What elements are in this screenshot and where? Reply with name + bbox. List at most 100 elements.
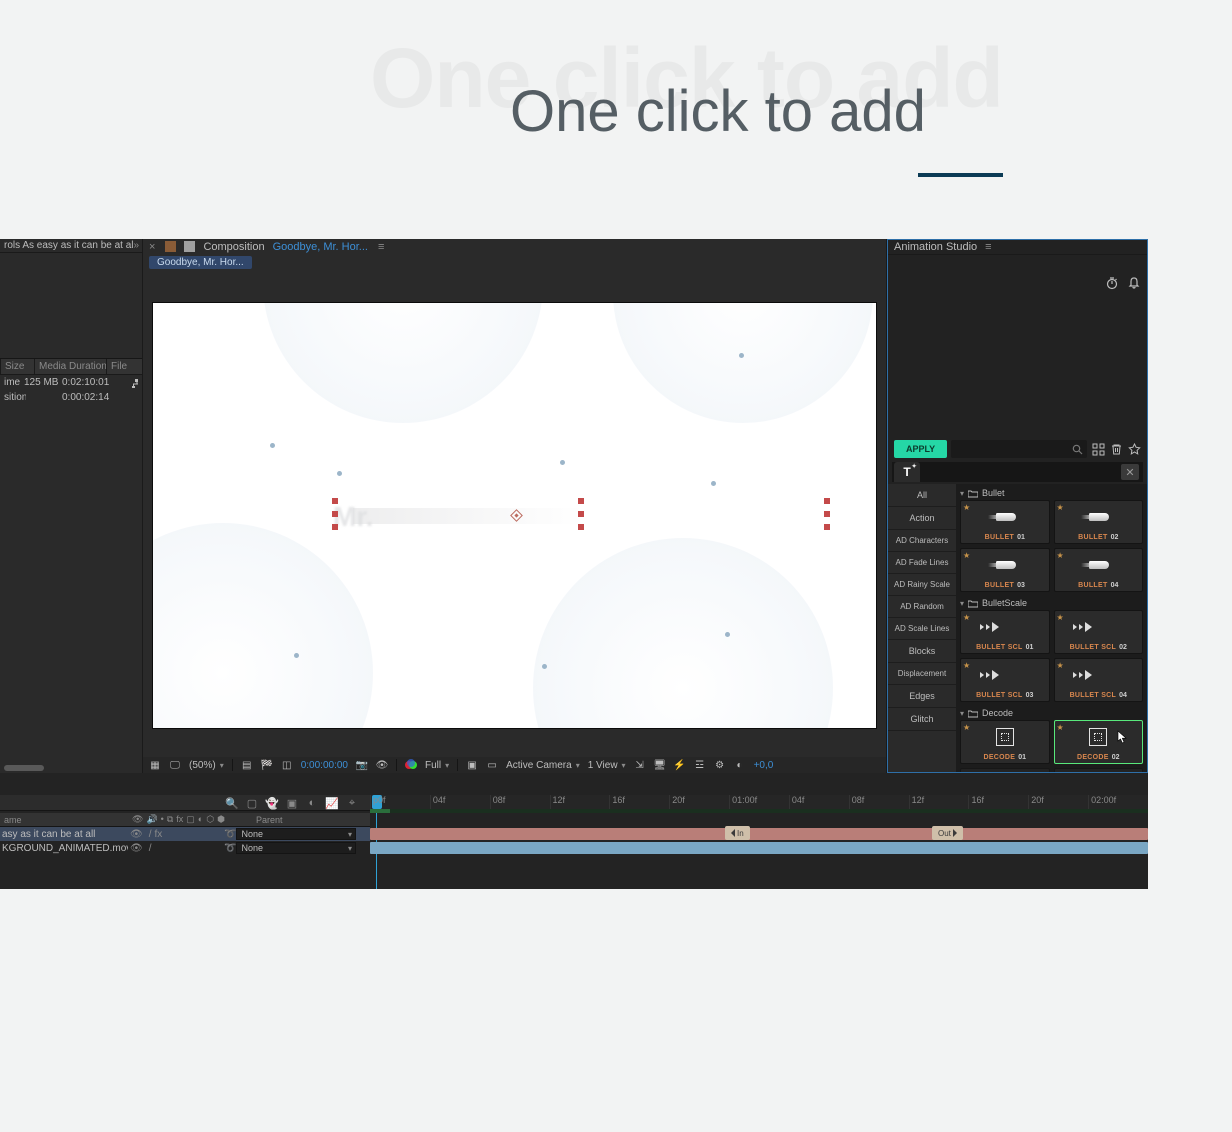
preset-item[interactable]: [960, 768, 1050, 772]
preset-item[interactable]: ★BULLET SCL03: [960, 658, 1050, 702]
panel-title: Animation Studio: [894, 241, 977, 253]
panel-menu-icon[interactable]: ≡: [378, 241, 384, 253]
panel-menu-icon[interactable]: ≡: [985, 241, 991, 253]
work-area[interactable]: [370, 809, 390, 813]
text-mode-tab[interactable]: T✦: [894, 462, 920, 482]
apply-button[interactable]: APPLY: [894, 440, 947, 458]
search-icon[interactable]: 🔍: [226, 797, 238, 809]
composition-tab[interactable]: Goodbye, Mr. Hor...: [273, 241, 368, 253]
marker-in[interactable]: In: [725, 826, 750, 840]
exposure-value[interactable]: +0,0: [754, 760, 774, 771]
chevron-down-icon[interactable]: ▾: [220, 761, 224, 770]
channel-icon[interactable]: [405, 759, 417, 771]
comp-mini-icon[interactable]: ▢: [246, 797, 258, 809]
group-header[interactable]: ▾ Decode: [958, 706, 1145, 720]
project-columns-header: Size Media Duration File: [0, 359, 142, 375]
chevron-down-icon[interactable]: ▾: [576, 761, 580, 770]
preset-item[interactable]: ★BULLET03: [960, 548, 1050, 592]
camera-dropdown[interactable]: Active Camera: [506, 760, 572, 771]
flowchart-icon[interactable]: ⚙: [714, 759, 726, 771]
guides-icon[interactable]: 🏁: [261, 759, 273, 771]
category-item[interactable]: Blocks: [888, 640, 956, 663]
show-snapshot-icon[interactable]: 👁: [376, 759, 388, 771]
grid-icon[interactable]: ▤: [241, 759, 253, 771]
category-item[interactable]: All: [888, 484, 956, 507]
preset-item[interactable]: ★DECODE01: [960, 720, 1050, 764]
chevron-down-icon[interactable]: ▾: [445, 761, 449, 770]
preset-item[interactable]: ★BULLET SCL04: [1054, 658, 1144, 702]
grid-size-icon[interactable]: [1091, 442, 1105, 456]
views-dropdown[interactable]: 1 View: [588, 760, 618, 771]
pickwhip-icon[interactable]: ➰: [224, 829, 236, 840]
monitor-icon[interactable]: 🖵: [169, 759, 181, 771]
layer-row[interactable]: KGROUND_ANIMATED.mov 👁 / ➰None: [0, 841, 370, 855]
transparency-icon[interactable]: ▣: [466, 759, 478, 771]
motion-blur-icon[interactable]: ◐: [306, 797, 318, 809]
fast-preview-icon[interactable]: ⚡: [674, 759, 686, 771]
stopwatch-icon[interactable]: [1105, 276, 1119, 290]
parent-dropdown[interactable]: None: [236, 842, 356, 854]
preset-item[interactable]: ★BULLET SCL01: [960, 610, 1050, 654]
category-item[interactable]: AD Random: [888, 596, 956, 618]
zoom-level[interactable]: (50%): [189, 760, 216, 771]
effect-controls-tab[interactable]: rols As easy as it can be at al »: [0, 239, 142, 253]
mask-icon[interactable]: ◫: [281, 759, 293, 771]
viewer-toolbar: ▦ 🖵 (50%) ▾ ▤ 🏁 ◫ 0:00:00:00 📷 👁 Full ▾ …: [143, 757, 886, 773]
close-tab-icon[interactable]: ×: [149, 241, 155, 253]
favorite-icon[interactable]: [1127, 442, 1141, 456]
trash-icon[interactable]: [1109, 442, 1123, 456]
snapshot-icon[interactable]: 📷: [356, 759, 368, 771]
current-time[interactable]: 0:00:00:00: [301, 760, 348, 771]
group-header[interactable]: ▾ BulletScale: [958, 596, 1145, 610]
search-input[interactable]: [951, 440, 1087, 458]
category-item[interactable]: AD Scale Lines: [888, 618, 956, 640]
share-view-icon[interactable]: ⇲: [634, 759, 646, 771]
marker-out[interactable]: Out: [932, 826, 963, 840]
preset-item[interactable]: [1054, 768, 1144, 772]
flowchart-icon[interactable]: [128, 378, 138, 388]
layer-bar[interactable]: In Out: [370, 827, 1148, 841]
timeline-icon[interactable]: ☲: [694, 759, 706, 771]
pickwhip-icon[interactable]: ➰: [224, 843, 236, 854]
resolution-dropdown[interactable]: Full: [425, 760, 441, 771]
layer-row[interactable]: asy as it can be at all 👁 /fx ➰None: [0, 827, 370, 841]
video-col-icon: 👁: [132, 814, 143, 825]
category-item[interactable]: Edges: [888, 685, 956, 708]
time-ruler[interactable]: p0f04f08f12f16f20f01:00f04f08f12f16f20f0…: [370, 795, 1148, 809]
toggle-alpha-icon[interactable]: ▦: [149, 759, 161, 771]
scrollbar-thumb[interactable]: [4, 765, 44, 771]
chevron-down-icon: ▾: [960, 489, 964, 498]
chevron-down-icon[interactable]: ▾: [622, 761, 626, 770]
preset-item-selected[interactable]: ★ DECODE02: [1054, 720, 1144, 764]
pixel-aspect-icon[interactable]: 🖥: [654, 759, 666, 771]
frame-blend-icon[interactable]: ▣: [286, 797, 298, 809]
category-item[interactable]: Displacement: [888, 663, 956, 685]
preset-item[interactable]: ★BULLET SCL02: [1054, 610, 1144, 654]
parent-dropdown[interactable]: None: [236, 828, 356, 840]
group-header[interactable]: ▾ Bullet: [958, 486, 1145, 500]
reset-exposure-icon[interactable]: ◐: [734, 759, 746, 771]
bell-icon[interactable]: [1127, 276, 1141, 290]
breadcrumb[interactable]: Goodbye, Mr. Hor...: [149, 256, 252, 269]
category-item[interactable]: Action: [888, 507, 956, 530]
category-item[interactable]: Glitch: [888, 708, 956, 731]
preset-item[interactable]: ★BULLET02: [1054, 500, 1144, 544]
shy-icon[interactable]: 👻: [266, 797, 278, 809]
graph-editor-icon[interactable]: 📈: [326, 797, 338, 809]
preset-item[interactable]: ★BULLET04: [1054, 548, 1144, 592]
roi-icon[interactable]: ▭: [486, 759, 498, 771]
composition-viewport[interactable]: Mr.: [152, 302, 877, 729]
project-item[interactable]: sition 0:00:02:14: [0, 390, 142, 405]
category-item[interactable]: AD Fade Lines: [888, 552, 956, 574]
brainstorm-icon[interactable]: ⌖: [346, 797, 358, 809]
project-item[interactable]: ime 125 MB 0:02:10:01: [0, 375, 142, 390]
folder-icon: [968, 489, 978, 498]
close-icon[interactable]: ✕: [1121, 464, 1139, 480]
chevron-down-icon: ▾: [960, 709, 964, 718]
expand-icon[interactable]: »: [134, 240, 140, 251]
category-item[interactable]: AD Rainy Scale: [888, 574, 956, 596]
layer-bar[interactable]: [370, 841, 1148, 855]
category-item[interactable]: AD Characters: [888, 530, 956, 552]
preset-item[interactable]: ★BULLET01: [960, 500, 1050, 544]
folder-icon: [968, 599, 978, 608]
